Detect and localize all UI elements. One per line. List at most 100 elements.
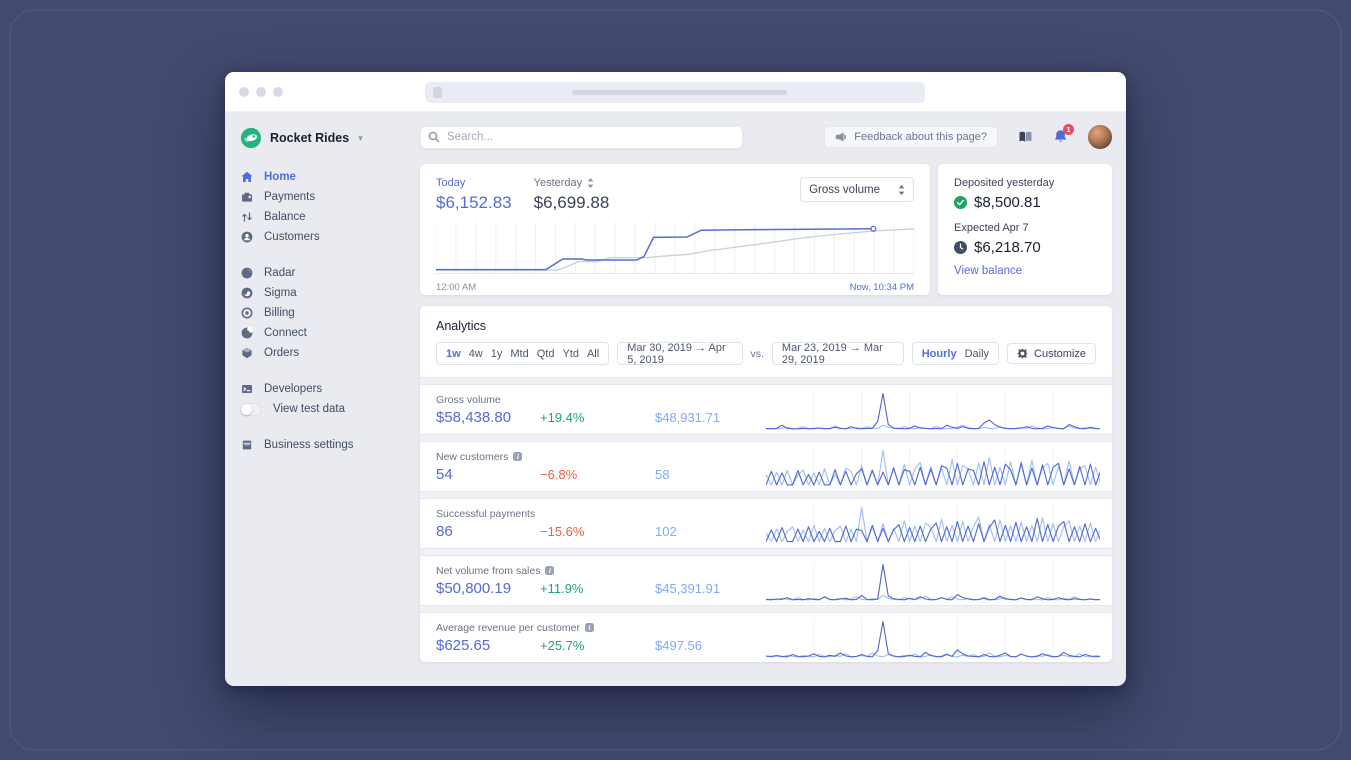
range-option-1w[interactable]: 1w xyxy=(446,348,461,360)
sidebar-item-label: Orders xyxy=(264,347,300,359)
sidebar-item-payments[interactable]: Payments xyxy=(240,187,420,207)
metric-current-value: $58,438.80 xyxy=(436,408,512,426)
sparkline-chart xyxy=(766,504,1100,544)
info-icon[interactable]: i xyxy=(584,623,594,632)
topbar: Feedback about this page? 1 xyxy=(420,124,1112,149)
browser-window: Rocket Rides ▾ Home Payments Balance Custom… xyxy=(225,72,1126,686)
test-data-toggle[interactable] xyxy=(240,402,262,416)
range-option-all[interactable]: All xyxy=(587,348,599,360)
sidebar-item-radar[interactable]: Radar xyxy=(240,263,420,283)
sigma-icon xyxy=(240,287,253,300)
metric-label: New customers xyxy=(436,450,509,463)
gear-icon xyxy=(1017,348,1029,359)
deposited-label: Deposited yesterday xyxy=(954,177,1055,189)
info-icon[interactable]: i xyxy=(545,566,555,575)
metric-label: Successful payments xyxy=(436,507,536,520)
search-input[interactable] xyxy=(420,125,743,149)
axis-end-label: Now, 10:34 PM xyxy=(849,282,914,293)
granularity-option-hourly[interactable]: Hourly xyxy=(922,348,957,360)
analytics-card: Analytics 1w 4w 1y Mtd Qtd Ytd All Mar 30, 201… xyxy=(420,306,1112,662)
sidebar-item-sigma[interactable]: Sigma xyxy=(240,283,420,303)
home-icon xyxy=(240,171,253,184)
today-volume-card: Today $6,152.83 Yesterday $6,699.88 Gros… xyxy=(420,164,930,295)
metric-row-2: New customers i 54 −6.8% 58 xyxy=(420,442,1112,491)
metric-delta: +11.9% xyxy=(540,580,584,596)
feedback-button[interactable]: Feedback about this page? xyxy=(824,126,998,148)
customize-label: Customize xyxy=(1034,347,1086,360)
sidebar-item-business-settings[interactable]: Business settings xyxy=(240,435,420,455)
view-balance-link[interactable]: View balance xyxy=(954,265,1022,277)
sidebar-item-developers[interactable]: Developers xyxy=(240,379,420,399)
expected-label: Expected Apr 7 xyxy=(954,222,1029,234)
today-label: Today xyxy=(436,177,466,189)
address-bar[interactable] xyxy=(425,82,925,103)
row-divider xyxy=(420,548,1112,556)
metric-row-1: Gross volume $58,438.80 +19.4% $48,931.71 xyxy=(420,385,1112,434)
sidebar-item-label: Radar xyxy=(264,267,296,279)
metric-label: Gross volume xyxy=(436,393,501,406)
sidebar-item-label: Connect xyxy=(264,327,307,339)
today-chart xyxy=(435,222,915,279)
range-option-qtd[interactable]: Qtd xyxy=(537,348,555,360)
sidebar-item-customers[interactable]: Customers xyxy=(240,227,420,247)
comparison-selector-icon[interactable] xyxy=(587,178,594,188)
sidebar-item-test-data[interactable]: View test data xyxy=(240,399,420,419)
compare-period-picker[interactable]: Mar 23, 2019 → Mar 29, 2019 xyxy=(771,341,904,366)
feedback-label: Feedback about this page? xyxy=(854,131,987,143)
customize-button[interactable]: Customize xyxy=(1007,343,1096,364)
range-selector: 1w 4w 1y Mtd Qtd Ytd All xyxy=(436,342,610,365)
granularity-selector: Hourly Daily xyxy=(911,342,1000,365)
notifications-button[interactable]: 1 xyxy=(1053,124,1074,145)
metric-row-5: Average revenue per customer i $625.65 +25.… xyxy=(420,613,1112,662)
sidebar-section: Radar Sigma Billing Connect Orders xyxy=(240,263,420,363)
period-picker[interactable]: Mar 30, 2019 → Apr 5, 2019 xyxy=(617,342,743,366)
url-placeholder xyxy=(572,90,787,95)
sidebar-section: Home Payments Balance Customers xyxy=(240,167,420,247)
sidebar-item-label: Customers xyxy=(264,231,320,243)
info-icon[interactable]: i xyxy=(513,452,523,461)
sidebar-item-label: Home xyxy=(264,171,296,183)
range-option-4w[interactable]: 4w xyxy=(469,348,483,360)
compare-period-value: Mar 23, 2019 → Mar 29, 2019 xyxy=(781,341,883,366)
metric-current-value: 54 xyxy=(436,465,453,483)
sidebar-item-balance[interactable]: Balance xyxy=(240,207,420,227)
metric-select[interactable]: Gross volume xyxy=(800,177,914,202)
metric-previous-value: 58 xyxy=(655,466,670,482)
docs-button[interactable] xyxy=(1018,130,1033,144)
window-controls xyxy=(239,86,283,97)
range-option-ytd[interactable]: Ytd xyxy=(562,348,579,360)
metric-select-value: Gross volume xyxy=(809,183,880,196)
metric-previous-value: $45,391.91 xyxy=(655,580,721,596)
check-circle-icon xyxy=(954,196,967,209)
row-divider xyxy=(420,491,1112,499)
clock-icon xyxy=(954,241,967,254)
avatar[interactable] xyxy=(1088,125,1112,149)
sidebar-item-billing[interactable]: Billing xyxy=(240,303,420,323)
window-zoom-button[interactable] xyxy=(273,86,283,97)
brand-name: Rocket Rides xyxy=(270,131,350,145)
sidebar-item-orders[interactable]: Orders xyxy=(240,343,420,363)
vs-label: vs. xyxy=(750,347,764,360)
granularity-option-daily[interactable]: Daily xyxy=(965,348,989,360)
range-option-mtd[interactable]: Mtd xyxy=(510,348,528,360)
metric-current-value: $50,800.19 xyxy=(436,579,512,597)
sidebar-section: Business settings xyxy=(240,435,420,455)
orders-icon xyxy=(240,347,253,360)
metric-label: Net volume from sales xyxy=(436,564,541,577)
window-close-button[interactable] xyxy=(239,86,249,97)
analytics-title: Analytics xyxy=(436,319,487,333)
radar-icon xyxy=(240,267,253,280)
sidebar-item-connect[interactable]: Connect xyxy=(240,323,420,343)
sidebar-item-label: Developers xyxy=(264,383,323,395)
account-switcher[interactable]: Rocket Rides ▾ xyxy=(240,125,420,151)
sidebar-item-label: Billing xyxy=(264,307,295,319)
range-option-1y[interactable]: 1y xyxy=(491,348,503,360)
window-minimize-button[interactable] xyxy=(256,86,266,97)
sidebar: Rocket Rides ▾ Home Payments Balance Custom… xyxy=(225,112,420,686)
metric-delta: −6.8% xyxy=(540,466,578,482)
sidebar-item-home[interactable]: Home xyxy=(240,167,420,187)
metric-previous-value: $497.56 xyxy=(655,637,702,653)
developers-icon xyxy=(240,383,253,396)
favicon-placeholder xyxy=(433,87,442,98)
metric-previous-value: 102 xyxy=(655,523,677,539)
